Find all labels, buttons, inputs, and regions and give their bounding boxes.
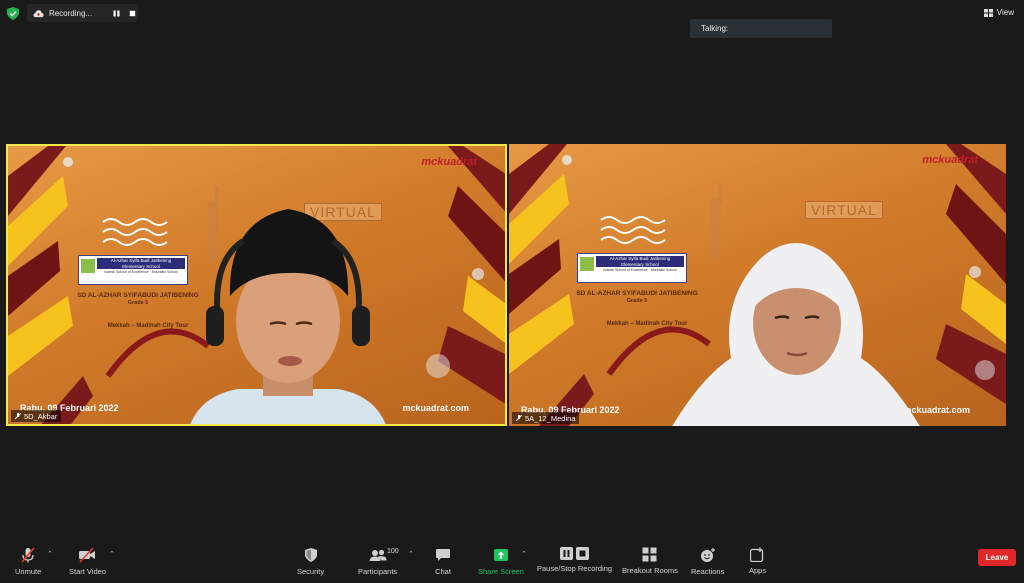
participant-person: [672, 243, 920, 426]
share-screen-arrow-icon: [493, 549, 508, 561]
muted-mic-icon: [516, 414, 522, 421]
school-caption: Islamic School of Excellence · Mountain …: [104, 270, 178, 274]
chat-bubble-icon: [436, 549, 450, 561]
chat-button[interactable]: Chat: [435, 547, 451, 576]
talking-indicator: Talking:: [690, 19, 832, 38]
view-button[interactable]: View: [983, 8, 1014, 17]
virtual-background: mckuadrat VIRTUAL Al-Azhar Syifa Budi Ja…: [509, 144, 1006, 426]
stop-recording-icon[interactable]: [127, 7, 138, 19]
view-label: View: [996, 8, 1014, 17]
pause-icon: [560, 547, 574, 560]
unmute-label: Unmute: [15, 567, 42, 576]
security-button[interactable]: Security: [297, 547, 324, 576]
top-bar: Recording... View: [0, 0, 1024, 28]
share-screen-label: Share Screen: [478, 567, 524, 576]
pause-recording-icon[interactable]: [111, 7, 122, 19]
encryption-shield-icon[interactable]: [7, 7, 19, 20]
school-logo-icon: [81, 259, 95, 273]
participant-name-tag: 5A_12_Medina: [512, 412, 580, 424]
participants-options-chevron-icon[interactable]: ⌃: [408, 550, 414, 558]
recording-label: Recording...: [48, 8, 93, 18]
security-shield-icon: [304, 548, 317, 562]
virtual-label: VIRTUAL: [805, 201, 883, 219]
participant-name-tag: 5D_Akbar: [11, 410, 62, 422]
reactions-button[interactable]: Reactions: [691, 547, 724, 576]
participant-person: [190, 209, 386, 424]
pause-stop-recording-label: Pause/Stop Recording: [537, 564, 613, 573]
grid-view-icon: [983, 8, 993, 17]
recording-indicator: Recording...: [27, 4, 138, 22]
leave-button[interactable]: Leave: [978, 549, 1016, 566]
security-label: Security: [297, 567, 325, 576]
leave-label: Leave: [985, 553, 1009, 562]
video-tile-akbar[interactable]: mckuadrat VIRTUAL Al-Azhar Syifa Budi Ja…: [6, 144, 507, 426]
breakout-rooms-label: Breakout Rooms: [622, 566, 678, 575]
school-logo-icon: [580, 257, 594, 271]
share-options-chevron-icon[interactable]: ⌃: [521, 550, 527, 558]
cloud-icon: [33, 9, 44, 17]
reactions-smiley-icon: [700, 548, 715, 562]
participants-count: 100: [387, 548, 399, 555]
apps-label: Apps: [749, 566, 767, 575]
talking-label: Talking:: [701, 24, 729, 33]
muted-mic-icon: [15, 412, 21, 419]
chat-label: Chat: [435, 567, 451, 576]
pause-stop-recording-button[interactable]: Pause/Stop Recording: [537, 547, 612, 573]
unmute-button[interactable]: Unmute: [15, 547, 41, 576]
video-options-chevron-icon[interactable]: ⌃: [109, 550, 115, 558]
video-off-icon: [79, 547, 96, 563]
start-video-button[interactable]: Start Video: [69, 547, 106, 576]
video-tile-medina[interactable]: mckuadrat VIRTUAL Al-Azhar Syifa Budi Ja…: [509, 144, 1006, 426]
breakout-rooms-button[interactable]: Breakout Rooms: [622, 547, 678, 575]
reactions-label: Reactions: [691, 567, 725, 576]
brand-logo: mckuadrat: [421, 156, 477, 168]
stop-icon: [576, 547, 590, 560]
recording-controls-icons: [560, 547, 590, 560]
website: mckuadrat.com: [402, 403, 469, 413]
school-logo-card: Al-Azhar Syifa Budi Jatibening Elementar…: [78, 255, 188, 285]
apps-icon: [750, 547, 764, 562]
participants-icon: [369, 549, 387, 561]
participants-label: Participants: [358, 567, 398, 576]
meeting-toolbar: Unmute ⌃ Start Video ⌃ Security Particip…: [0, 539, 1024, 583]
brand-logo: mckuadrat: [922, 154, 978, 166]
school-name: Al-Azhar Syifa Budi Jatibening Elementar…: [97, 258, 185, 269]
breakout-rooms-grid-icon: [642, 547, 657, 562]
virtual-background: mckuadrat VIRTUAL Al-Azhar Syifa Budi Ja…: [8, 146, 505, 424]
audio-options-chevron-icon[interactable]: ⌃: [47, 550, 53, 558]
share-screen-button[interactable]: Share Screen: [478, 547, 524, 576]
apps-button[interactable]: Apps: [749, 547, 766, 575]
muted-microphone-icon: [21, 547, 35, 563]
start-video-label: Start Video: [69, 567, 106, 576]
